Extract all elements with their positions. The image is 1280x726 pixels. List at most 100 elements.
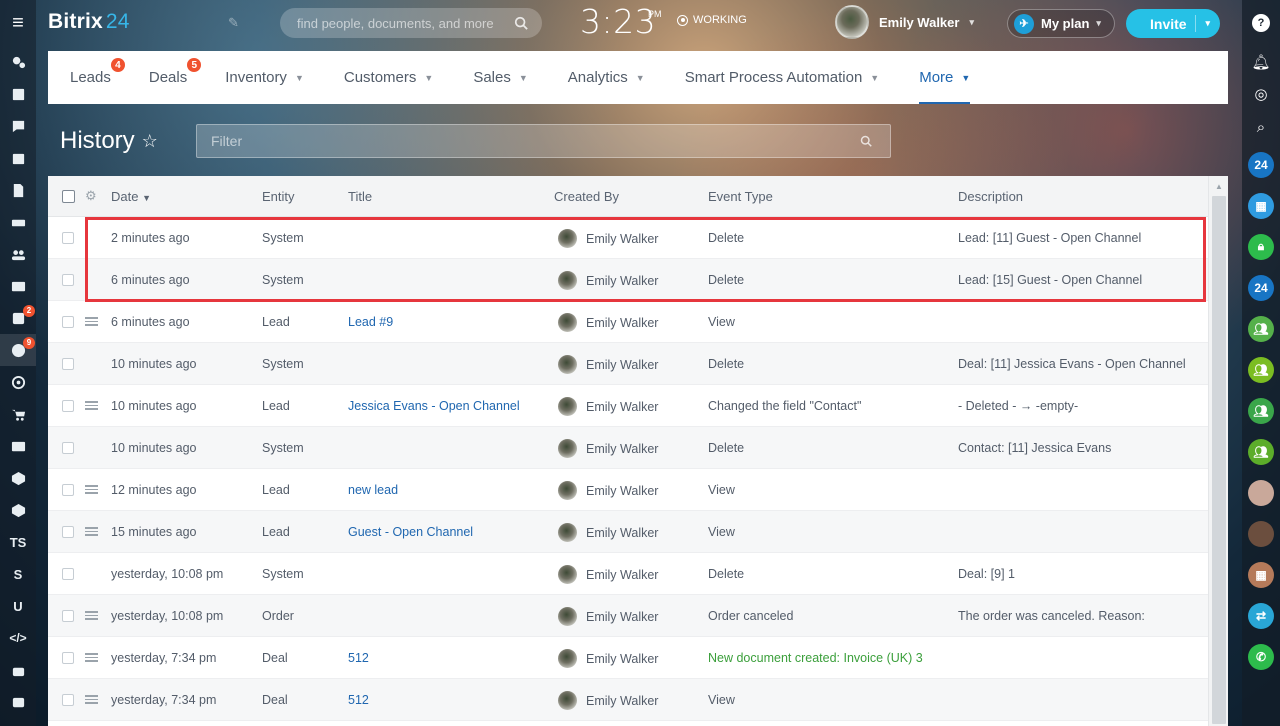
- row-created-by[interactable]: Emily Walker: [558, 355, 658, 374]
- row-checkbox[interactable]: [62, 273, 74, 286]
- scrollbar[interactable]: ▲: [1208, 176, 1228, 726]
- row-menu-icon[interactable]: [85, 317, 98, 326]
- nav-deals[interactable]: Deals 5: [149, 51, 202, 104]
- store-icon[interactable]: [0, 398, 36, 430]
- clock-time[interactable]: 3:23: [580, 2, 656, 41]
- select-all-checkbox[interactable]: [62, 189, 75, 203]
- search-box[interactable]: [280, 8, 542, 38]
- phone-item[interactable]: ✆: [1242, 636, 1280, 677]
- row-menu-icon[interactable]: [85, 401, 98, 410]
- mail-icon[interactable]: [0, 270, 36, 302]
- chat-list-icon[interactable]: ◎: [1242, 78, 1280, 110]
- column-event-type[interactable]: Event Type: [708, 189, 773, 204]
- tasks-icon[interactable]: 2: [0, 302, 36, 334]
- invite-button[interactable]: Invite ▾: [1126, 9, 1220, 38]
- transfer-item[interactable]: ⇄: [1242, 595, 1280, 636]
- bell-icon[interactable]: 🔔︎: [1242, 46, 1280, 78]
- chevron-down-icon[interactable]: ▾: [1205, 18, 1210, 29]
- logo[interactable]: Bitrix 24: [48, 10, 130, 34]
- contact-center-icon[interactable]: [0, 430, 36, 462]
- documents-icon[interactable]: [0, 174, 36, 206]
- row-created-by[interactable]: Emily Walker: [558, 271, 658, 290]
- s-item[interactable]: S: [0, 558, 36, 590]
- calendar-chat-2-item[interactable]: ▦: [1242, 554, 1280, 595]
- row-menu-icon[interactable]: [85, 611, 98, 620]
- row-created-by[interactable]: Emily Walker: [558, 607, 658, 626]
- table-row[interactable]: yesterday, 10:08 pm System Emily Walker Del…: [48, 553, 1228, 595]
- row-checkbox[interactable]: [62, 525, 74, 538]
- column-title[interactable]: Title: [348, 189, 372, 204]
- nav-customers[interactable]: Customers ▼: [344, 51, 433, 104]
- row-menu-icon[interactable]: [85, 653, 98, 662]
- row-created-by[interactable]: Emily Walker: [558, 229, 658, 248]
- lock-chat-item[interactable]: 🔒︎: [1242, 226, 1280, 267]
- table-row[interactable]: yesterday, 7:34 pm Deal 512 Emily Walker New…: [48, 637, 1228, 679]
- row-created-by[interactable]: Emily Walker: [558, 439, 658, 458]
- row-created-by[interactable]: Emily Walker: [558, 397, 658, 416]
- work-status[interactable]: WORKING: [677, 14, 747, 26]
- table-row[interactable]: 10 minutes ago System Emily Walker Delete Co…: [48, 427, 1228, 469]
- scroll-up-icon[interactable]: ▲: [1209, 176, 1228, 196]
- user-chat-1-item[interactable]: [1242, 472, 1280, 513]
- tasks-list-icon[interactable]: [0, 78, 36, 110]
- column-date[interactable]: Date ▼: [111, 189, 151, 204]
- crm-icon[interactable]: 9: [0, 334, 36, 366]
- nav-more[interactable]: More ▼: [919, 51, 971, 104]
- chat-icon[interactable]: [0, 110, 36, 142]
- row-checkbox[interactable]: [62, 231, 74, 244]
- nav-analytics[interactable]: Analytics ▼: [568, 51, 645, 104]
- row-menu-icon[interactable]: [85, 485, 98, 494]
- group-chat-1-item[interactable]: 👥︎: [1242, 308, 1280, 349]
- bitrix24-support-item[interactable]: 24: [1242, 267, 1280, 308]
- menu-icon[interactable]: ≡: [12, 0, 24, 46]
- table-row[interactable]: 15 minutes ago Lead Guest - Open Channel Em…: [48, 511, 1228, 553]
- sales-icon[interactable]: [0, 366, 36, 398]
- row-checkbox[interactable]: [62, 483, 74, 496]
- row-checkbox[interactable]: [62, 651, 74, 664]
- nav-smart-process-automation[interactable]: Smart Process Automation ▼: [685, 51, 880, 104]
- column-entity[interactable]: Entity: [262, 189, 295, 204]
- table-row[interactable]: 10 minutes ago System Emily Walker Delete De…: [48, 343, 1228, 385]
- table-row[interactable]: yesterday, 10:08 pm Order Emily Walker Orde…: [48, 595, 1228, 637]
- row-created-by[interactable]: Emily Walker: [558, 313, 658, 332]
- row-title-link[interactable]: 512: [348, 693, 369, 707]
- filter-box[interactable]: [196, 124, 891, 158]
- search-input[interactable]: [297, 15, 514, 31]
- nav-sales[interactable]: Sales ▼: [473, 51, 527, 104]
- row-created-by[interactable]: Emily Walker: [558, 523, 658, 542]
- row-title-link[interactable]: Jessica Evans - Open Channel: [348, 399, 520, 413]
- apps-icon[interactable]: [0, 686, 36, 718]
- ts-item[interactable]: TS: [0, 526, 36, 558]
- feed-icon[interactable]: [0, 46, 36, 78]
- column-description[interactable]: Description: [958, 189, 1023, 204]
- smart-process-1-icon[interactable]: [0, 462, 36, 494]
- user-menu[interactable]: Emily Walker ▾: [835, 5, 974, 39]
- table-row[interactable]: 6 minutes ago System Emily Walker Delete Lea…: [48, 259, 1228, 301]
- group-chat-2-item[interactable]: 👥︎: [1242, 349, 1280, 390]
- row-menu-icon[interactable]: [85, 695, 98, 704]
- bitrix24-chat-item[interactable]: 24: [1242, 144, 1280, 185]
- search-icon[interactable]: [860, 135, 872, 147]
- filter-input[interactable]: [211, 133, 860, 149]
- row-checkbox[interactable]: [62, 399, 74, 412]
- group-chat-3-item[interactable]: 👥︎: [1242, 390, 1280, 431]
- star-icon[interactable]: ☆: [142, 131, 158, 152]
- table-row[interactable]: 12 minutes ago Lead new lead Emily Walker Vi…: [48, 469, 1228, 511]
- scroll-thumb[interactable]: [1212, 196, 1226, 724]
- row-title-link[interactable]: Guest - Open Channel: [348, 525, 473, 539]
- help-item[interactable]: ?: [1242, 0, 1280, 46]
- row-checkbox[interactable]: [62, 567, 74, 580]
- nav-inventory[interactable]: Inventory ▼: [225, 51, 304, 104]
- table-row[interactable]: yesterday, 7:34 pm Deal 512 Emily Walker Vie…: [48, 679, 1228, 721]
- calendar-icon[interactable]: [0, 142, 36, 174]
- row-checkbox[interactable]: [62, 315, 74, 328]
- row-created-by[interactable]: Emily Walker: [558, 565, 658, 584]
- row-checkbox[interactable]: [62, 609, 74, 622]
- row-title-link[interactable]: 512: [348, 651, 369, 665]
- row-created-by[interactable]: Emily Walker: [558, 649, 658, 668]
- table-row[interactable]: 6 minutes ago Lead Lead #9 Emily Walker View: [48, 301, 1228, 343]
- search-icon[interactable]: ⌕: [1242, 110, 1280, 144]
- settings-gear-icon[interactable]: ⚙: [85, 188, 97, 204]
- calendar-chat-item[interactable]: ▦: [1242, 185, 1280, 226]
- edit-pencil-icon[interactable]: ✎: [228, 15, 239, 31]
